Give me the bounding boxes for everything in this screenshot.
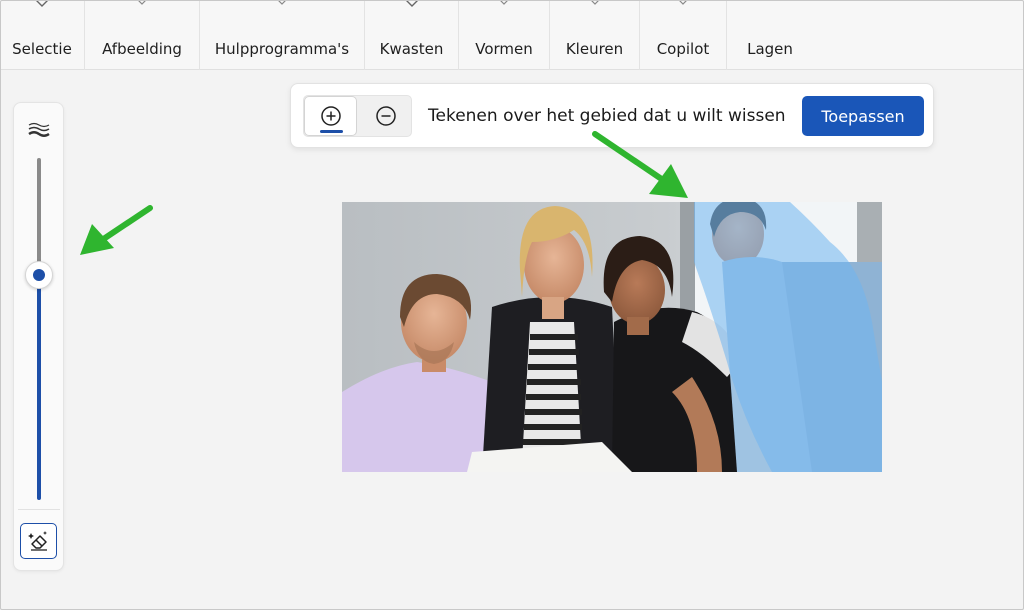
- menu-copilot[interactable]: Copilot: [640, 0, 727, 70]
- magic-eraser-icon: [27, 531, 47, 551]
- menu-label: Kleuren: [565, 40, 624, 58]
- photo-canvas[interactable]: [342, 202, 882, 472]
- brush-size-icon: [28, 122, 50, 137]
- menu-label: Kwasten: [379, 40, 444, 58]
- brush-size-slider-thumb[interactable]: [25, 261, 53, 289]
- chevron-down-icon: [405, 0, 418, 7]
- remove-area-button[interactable]: [360, 96, 411, 136]
- chevron-down-icon: [499, 0, 509, 5]
- menu-label: Selectie: [12, 40, 72, 58]
- menu-vormen[interactable]: Vormen: [459, 0, 550, 70]
- brush-mode-toggle: [303, 95, 412, 137]
- photo-image: [342, 202, 882, 472]
- instruction-text: Tekenen over het gebied dat u wilt wisse…: [428, 106, 786, 126]
- divider: [18, 509, 60, 510]
- annotation-arrow-icon: [592, 131, 688, 198]
- ribbon-toolbar: Selectie Afbeelding Hulpprogramma's Kwas…: [0, 0, 1024, 70]
- chevron-down-icon: [277, 0, 287, 5]
- menu-label: Lagen: [747, 40, 793, 58]
- plus-circle-icon: [320, 106, 341, 126]
- chevron-down-icon: [137, 0, 147, 5]
- menu-label: Hulpprogramma's: [214, 40, 350, 58]
- chevron-down-icon: [35, 0, 49, 7]
- menu-selectie[interactable]: Selectie: [0, 0, 85, 70]
- menu-afbeelding[interactable]: Afbeelding: [85, 0, 200, 70]
- apply-button[interactable]: Toepassen: [802, 96, 924, 136]
- magic-eraser-button[interactable]: [20, 523, 57, 559]
- chevron-down-icon: [678, 0, 688, 5]
- slider-track-upper[interactable]: [37, 158, 41, 276]
- menu-label: Vormen: [475, 40, 533, 58]
- menu-label: Afbeelding: [102, 40, 182, 58]
- slider-track-filled[interactable]: [37, 276, 41, 500]
- minus-circle-icon: [375, 106, 396, 126]
- menu-label: Copilot: [656, 40, 710, 58]
- annotation-arrow-icon: [80, 205, 153, 255]
- chevron-down-icon: [590, 0, 599, 5]
- brush-size-panel: [13, 102, 64, 571]
- menu-kwasten[interactable]: Kwasten: [365, 0, 459, 70]
- menu-kleuren[interactable]: Kleuren: [550, 0, 640, 70]
- menu-hulpprogrammas[interactable]: Hulpprogramma's: [200, 0, 365, 70]
- add-area-button[interactable]: [304, 96, 357, 136]
- menu-lagen[interactable]: Lagen: [727, 0, 813, 70]
